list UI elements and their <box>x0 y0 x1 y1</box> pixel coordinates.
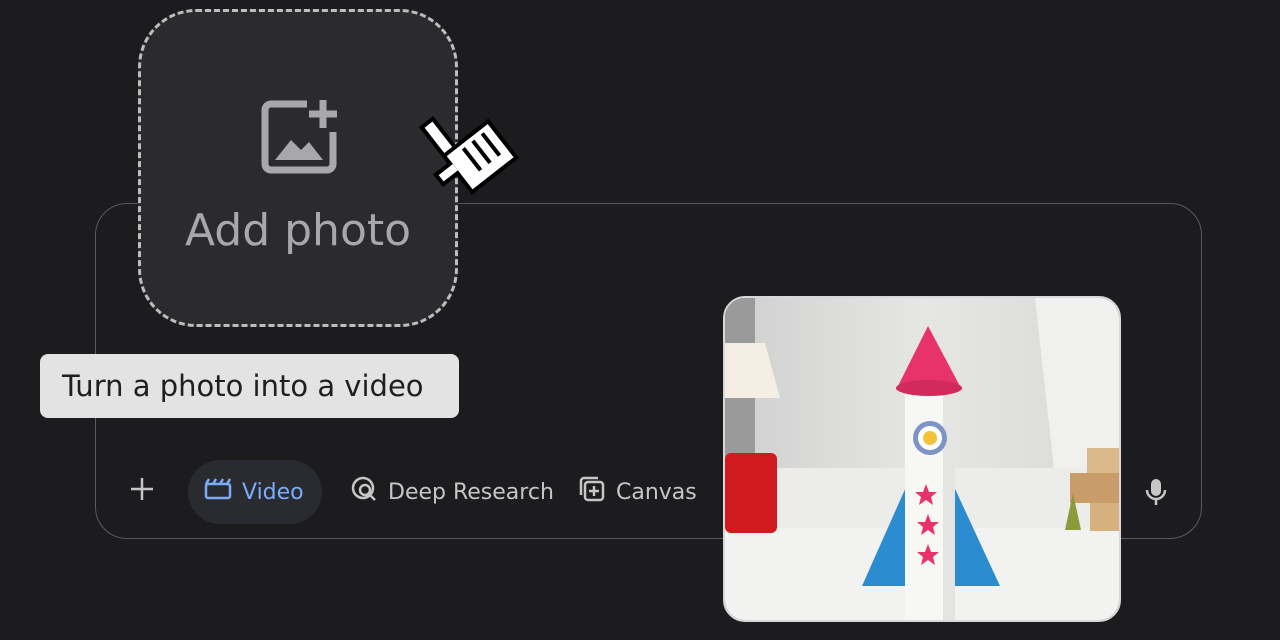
canvas-icon <box>578 475 606 509</box>
image-add-icon <box>261 98 339 180</box>
canvas-button[interactable]: Canvas <box>578 460 697 524</box>
video-tool-button[interactable]: Video <box>188 460 322 524</box>
add-photo-label: Add photo <box>184 205 412 256</box>
video-tool-label: Video <box>242 479 304 505</box>
microphone-button[interactable] <box>1145 478 1167 510</box>
deep-research-icon <box>350 475 378 509</box>
tooltip: Turn a photo into a video <box>40 354 459 418</box>
deep-research-label: Deep Research <box>388 479 554 505</box>
plus-icon <box>129 471 155 511</box>
add-button[interactable] <box>125 474 159 508</box>
hand-pointer-cursor-icon <box>402 94 527 208</box>
canvas-label: Canvas <box>616 479 697 505</box>
rocket-photo-preview <box>723 296 1121 622</box>
clapperboard-icon <box>204 478 232 506</box>
mic-icon <box>1145 479 1167 510</box>
deep-research-button[interactable]: Deep Research <box>350 460 554 524</box>
rocket-photo <box>725 298 1119 620</box>
